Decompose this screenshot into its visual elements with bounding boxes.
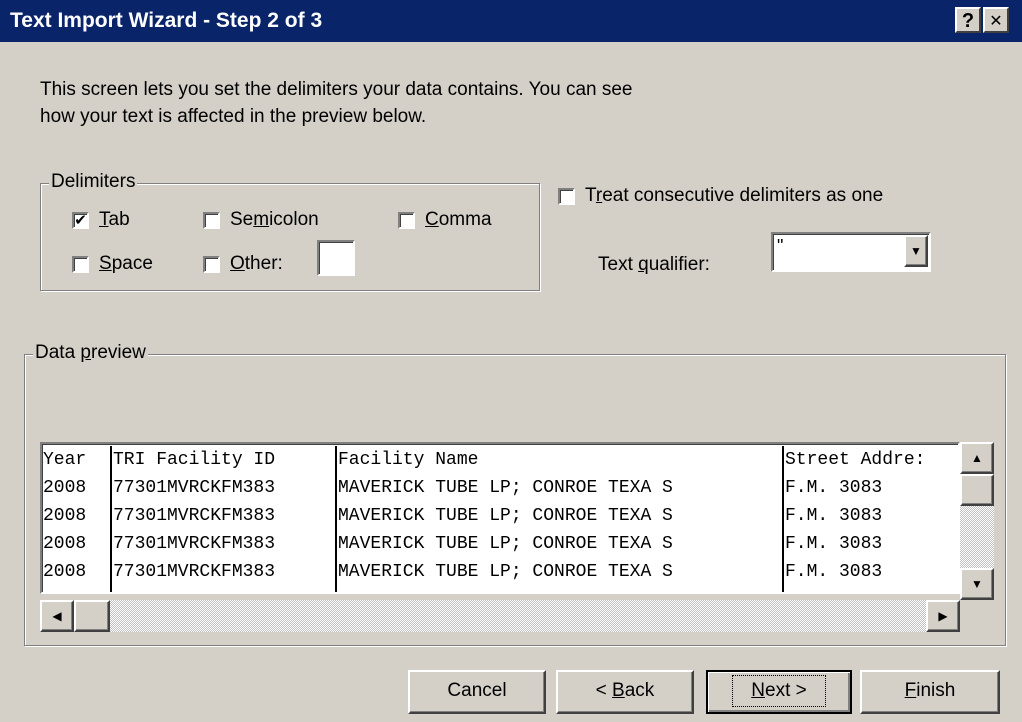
- table-cell: F.M. 3083: [785, 506, 883, 526]
- table-cell: F.M. 3083: [785, 534, 883, 554]
- table-cell: MAVERICK TUBE LP; CONROE TEXA S: [338, 562, 673, 582]
- table-cell: 77301MVRCKFM383: [113, 478, 276, 498]
- close-button[interactable]: ✕: [983, 7, 1009, 33]
- table-cell: MAVERICK TUBE LP; CONROE TEXA S: [338, 534, 673, 554]
- other-checkbox-box[interactable]: [203, 255, 220, 273]
- finish-button[interactable]: Finish: [860, 670, 1000, 714]
- table-cell: 77301MVRCKFM383: [113, 562, 276, 582]
- table-cell: MAVERICK TUBE LP; CONROE TEXA S: [338, 506, 673, 526]
- help-button[interactable]: ?: [955, 7, 981, 33]
- column-header: Street Addre:: [785, 450, 926, 470]
- delimiters-legend: Delimiters: [49, 171, 138, 193]
- column-header: Facility Name: [338, 450, 479, 470]
- horizontal-scrollbar[interactable]: ◀ ▶: [40, 600, 960, 632]
- table-cell: F.M. 3083: [785, 478, 883, 498]
- vertical-scroll-thumb[interactable]: [960, 474, 994, 506]
- cancel-button[interactable]: Cancel: [408, 670, 546, 714]
- text-qualifier-value: ": [777, 236, 784, 256]
- scroll-right-button[interactable]: ▶: [926, 600, 960, 632]
- comma-label: Comma: [425, 209, 492, 230]
- consecutive-checkbox[interactable]: Treat consecutive delimiters as one: [558, 185, 883, 207]
- preview-column-facility-name: Facility Name MAVERICK TUBE LP; CONROE T…: [337, 446, 784, 592]
- table-cell: 2008: [43, 478, 87, 498]
- tab-checkbox[interactable]: ✔ Tab: [72, 209, 130, 231]
- preview-column-year: Year 2008 2008 2008 2008: [42, 446, 112, 592]
- scroll-up-button[interactable]: ▲: [960, 442, 994, 474]
- semicolon-checkbox[interactable]: Semicolon: [203, 209, 319, 231]
- column-header: Year: [43, 450, 87, 470]
- table-cell: 77301MVRCKFM383: [113, 534, 276, 554]
- space-label: Space: [99, 253, 153, 274]
- data-preview-legend: Data preview: [33, 342, 148, 364]
- other-checkbox[interactable]: Other:: [203, 253, 283, 275]
- table-cell: F.M. 3083: [785, 562, 883, 582]
- vertical-scrollbar[interactable]: ▲ ▼: [960, 442, 994, 600]
- consecutive-label: Treat consecutive delimiters as one: [585, 185, 884, 206]
- table-cell: MAVERICK TUBE LP; CONROE TEXA S: [338, 478, 673, 498]
- horizontal-scroll-thumb[interactable]: [74, 600, 110, 632]
- comma-checkbox[interactable]: Comma: [398, 209, 492, 231]
- preview-column-facility-id: TRI Facility ID 77301MVRCKFM383 77301MVR…: [112, 446, 337, 592]
- consecutive-checkbox-box[interactable]: [558, 187, 575, 205]
- table-cell: 2008: [43, 506, 87, 526]
- semicolon-label: Semicolon: [230, 209, 319, 230]
- next-button-label: Next >: [732, 675, 826, 707]
- table-cell: 2008: [43, 562, 87, 582]
- table-cell: 77301MVRCKFM383: [113, 506, 276, 526]
- space-checkbox[interactable]: Space: [72, 253, 153, 275]
- description-line-1: This screen lets you set the delimiters …: [40, 79, 633, 100]
- tab-label: Tab: [99, 209, 130, 230]
- text-qualifier-select[interactable]: " ▼: [771, 232, 931, 272]
- preview-table: Year 2008 2008 2008 2008 TRI Facility ID…: [40, 442, 960, 594]
- semicolon-checkbox-box[interactable]: [203, 211, 220, 229]
- description: This screen lets you set the delimiters …: [40, 76, 633, 130]
- text-qualifier-label: Text qualifier:: [598, 254, 710, 275]
- column-header: TRI Facility ID: [113, 450, 276, 470]
- comma-checkbox-box[interactable]: [398, 211, 415, 229]
- table-cell: 2008: [43, 534, 87, 554]
- title-bar: Text Import Wizard - Step 2 of 3 ? ✕: [0, 0, 1022, 42]
- space-checkbox-box[interactable]: [72, 255, 89, 273]
- preview-column-street-address: Street Addre: F.M. 3083 F.M. 3083 F.M. 3…: [784, 446, 958, 592]
- tab-checkbox-box[interactable]: ✔: [72, 211, 89, 229]
- next-button[interactable]: Next >: [706, 670, 852, 714]
- other-label: Other:: [230, 253, 283, 274]
- other-input[interactable]: [317, 240, 355, 276]
- back-button[interactable]: < Back: [556, 670, 694, 714]
- description-line-2: how your text is affected in the preview…: [40, 106, 427, 127]
- scroll-down-button[interactable]: ▼: [960, 568, 994, 600]
- scroll-left-button[interactable]: ◀: [40, 600, 74, 632]
- window-title: Text Import Wizard - Step 2 of 3: [10, 9, 323, 32]
- chevron-down-icon[interactable]: ▼: [904, 235, 928, 267]
